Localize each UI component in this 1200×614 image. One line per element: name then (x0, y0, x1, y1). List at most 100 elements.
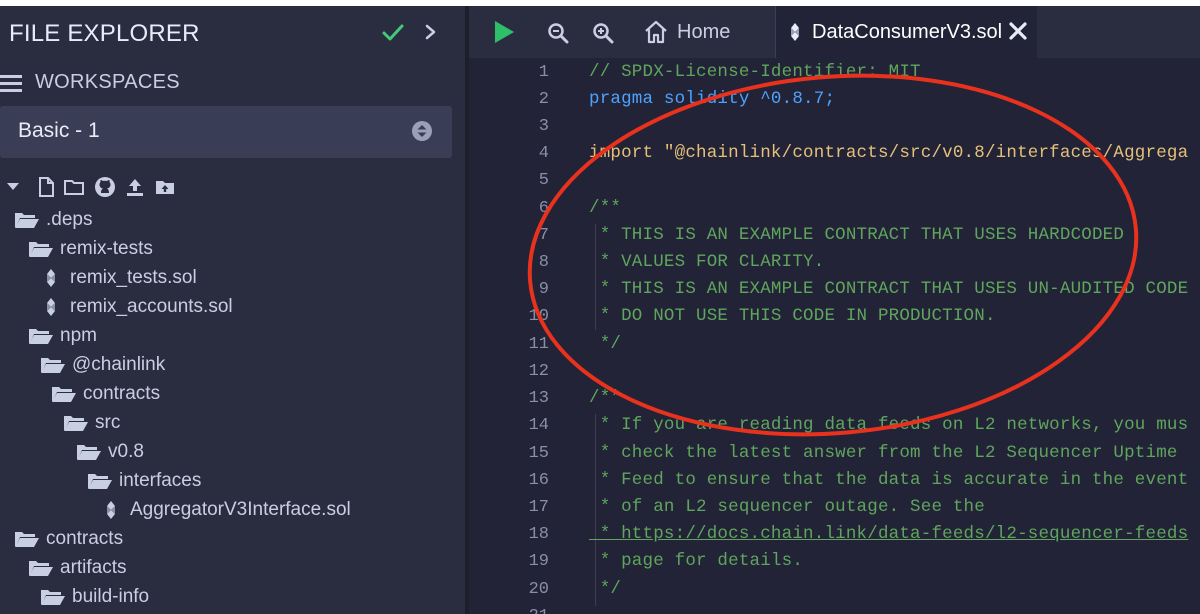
folder-open-icon (41, 357, 65, 373)
line-number: 4 (538, 144, 549, 163)
tree-folder-remix-tests[interactable]: remix-tests (28, 234, 153, 263)
line-number: 10 (528, 307, 549, 326)
line-number: 19 (528, 552, 549, 571)
workspace-select-value: Basic - 1 (18, 119, 100, 142)
tree-folder-artifacts[interactable]: artifacts (28, 553, 127, 582)
line-number: 11 (528, 335, 549, 354)
line-number: 3 (538, 117, 549, 136)
code-line: */ (589, 334, 622, 354)
new-file-icon[interactable] (35, 176, 57, 198)
code-line: * If you are reading data feeds on L2 ne… (589, 415, 1189, 435)
line-number: 21 (469, 607, 549, 614)
folder-open-icon (29, 328, 53, 344)
tree-item-label: .deps (46, 208, 93, 230)
tree-item-label: contracts (46, 527, 124, 549)
line-number: 6 (538, 199, 549, 218)
code-line: // SPDX-License-Identifier: MIT (589, 62, 921, 82)
workspaces-row: WORKSPACES (0, 68, 465, 98)
code-line: import "@chainlink/contracts/src/v0.8/in… (589, 143, 1189, 163)
code-line: /** (589, 388, 622, 408)
code-line: * THIS IS AN EXAMPLE CONTRACT THAT USES … (589, 279, 1189, 299)
line-number: 20 (528, 580, 549, 599)
close-icon[interactable] (1008, 21, 1028, 41)
code-line: * Feed to ensure that the data is accura… (589, 470, 1189, 490)
tab-active-label: DataConsumerV3.sol (812, 21, 1003, 43)
tree-folder-chainlink[interactable]: @chainlink (40, 350, 165, 379)
tree-item-label: remix_tests.sol (70, 266, 197, 288)
line-number: 16 (528, 471, 549, 490)
tab-dataconsumerv3[interactable]: DataConsumerV3.sol (775, 6, 1037, 58)
new-folder-icon[interactable] (63, 176, 85, 198)
code-line-link[interactable]: * https://docs.chain.link/data-feeds/l2-… (589, 524, 1188, 544)
code-editor-panel: Home DataConsumerV3.sol 1 2 3 4 5 6 7 8 … (469, 6, 1200, 614)
select-arrows-icon (412, 121, 432, 141)
folder-open-icon (29, 241, 53, 257)
code-line: * THIS IS AN EXAMPLE CONTRACT THAT USES … (589, 225, 1125, 245)
line-number: 9 (538, 280, 549, 299)
tree-folder-contracts-root[interactable]: contracts (14, 524, 123, 553)
code-line: * DO NOT USE THIS CODE IN PRODUCTION. (589, 306, 996, 326)
code-line: * of an L2 sequencer outage. See the (589, 497, 985, 517)
tree-item-label: @chainlink (72, 353, 166, 375)
tree-item-label: v0.8 (108, 440, 144, 462)
tree-folder-contracts[interactable]: contracts (51, 379, 160, 408)
folder-open-icon (41, 589, 65, 605)
tree-folder-v0-8[interactable]: v0.8 (76, 437, 144, 466)
line-number: 15 (528, 444, 549, 463)
file-explorer-title: FILE EXPLORER (9, 20, 200, 47)
home-icon (645, 20, 667, 44)
code-line: * check the latest answer from the L2 Se… (589, 443, 1178, 463)
check-icon[interactable] (381, 20, 405, 44)
tree-item-label: remix-tests (60, 237, 153, 259)
code-line: pragma solidity ^0.8.7; (589, 89, 836, 109)
tree-folder-npm[interactable]: npm (28, 321, 97, 350)
upload-icon[interactable] (124, 176, 146, 198)
line-number: 7 (538, 226, 549, 245)
line-number: 5 (538, 171, 549, 190)
tree-item-label: remix_accounts.sol (70, 295, 233, 317)
tree-folder-src[interactable]: src (63, 408, 120, 437)
file-explorer-header: FILE EXPLORER (0, 6, 465, 60)
line-number-gutter: 1 2 3 4 5 6 7 8 9 10 11 12 13 14 15 16 1… (469, 58, 579, 614)
tab-home-label: Home (677, 20, 731, 43)
tree-file-remix-accounts-sol[interactable]: remix_accounts.sol (38, 292, 233, 321)
run-play-icon[interactable] (493, 20, 515, 44)
file-explorer-panel: FILE EXPLORER WORKSPACES Basic - 1 .deps… (0, 6, 465, 614)
line-number: 13 (528, 389, 549, 408)
github-icon[interactable] (94, 176, 116, 198)
line-number: 1 (538, 63, 549, 82)
line-number: 2 (538, 90, 549, 109)
tree-folder-deps[interactable]: .deps (14, 205, 92, 234)
editor-tab-bar: Home DataConsumerV3.sol (469, 6, 1200, 58)
chevron-right-icon[interactable] (422, 22, 440, 42)
folder-open-icon (52, 386, 76, 402)
workspace-select[interactable]: Basic - 1 (0, 106, 452, 158)
tree-folder-build-info[interactable]: build-info (40, 582, 149, 611)
folder-open-icon (29, 560, 53, 576)
code-area[interactable]: // SPDX-License-Identifier: MIT pragma s… (589, 58, 1200, 614)
solidity-file-icon (107, 500, 115, 519)
solidity-file-icon (791, 23, 799, 41)
tree-item-label: interfaces (119, 469, 202, 491)
tree-file-aggregatorv3interface-sol[interactable]: AggregatorV3Interface.sol (98, 495, 351, 524)
tree-item-label: AggregatorV3Interface.sol (130, 498, 351, 520)
workspaces-label: WORKSPACES (35, 71, 180, 93)
folder-open-icon (88, 473, 112, 489)
tree-item-label: build-info (72, 585, 150, 607)
tab-home[interactable]: Home (643, 6, 730, 58)
caret-down-icon[interactable] (4, 176, 26, 198)
folder-open-icon (15, 212, 39, 228)
upload-folder-icon[interactable] (154, 176, 176, 198)
zoom-out-icon[interactable] (547, 22, 569, 44)
zoom-in-icon[interactable] (592, 22, 614, 44)
folder-open-icon (77, 444, 101, 460)
tree-file-remix-tests-sol[interactable]: remix_tests.sol (38, 263, 197, 292)
tree-item-label: artifacts (60, 556, 127, 578)
remix-ide-window: FILE EXPLORER WORKSPACES Basic - 1 .deps… (0, 6, 1200, 614)
hamburger-menu-icon[interactable] (0, 72, 22, 94)
line-number: 12 (528, 362, 549, 381)
solidity-file-icon (47, 297, 55, 316)
tree-folder-interfaces[interactable]: interfaces (87, 466, 201, 495)
code-line: * page for details. (589, 551, 804, 571)
folder-open-icon (64, 415, 88, 431)
